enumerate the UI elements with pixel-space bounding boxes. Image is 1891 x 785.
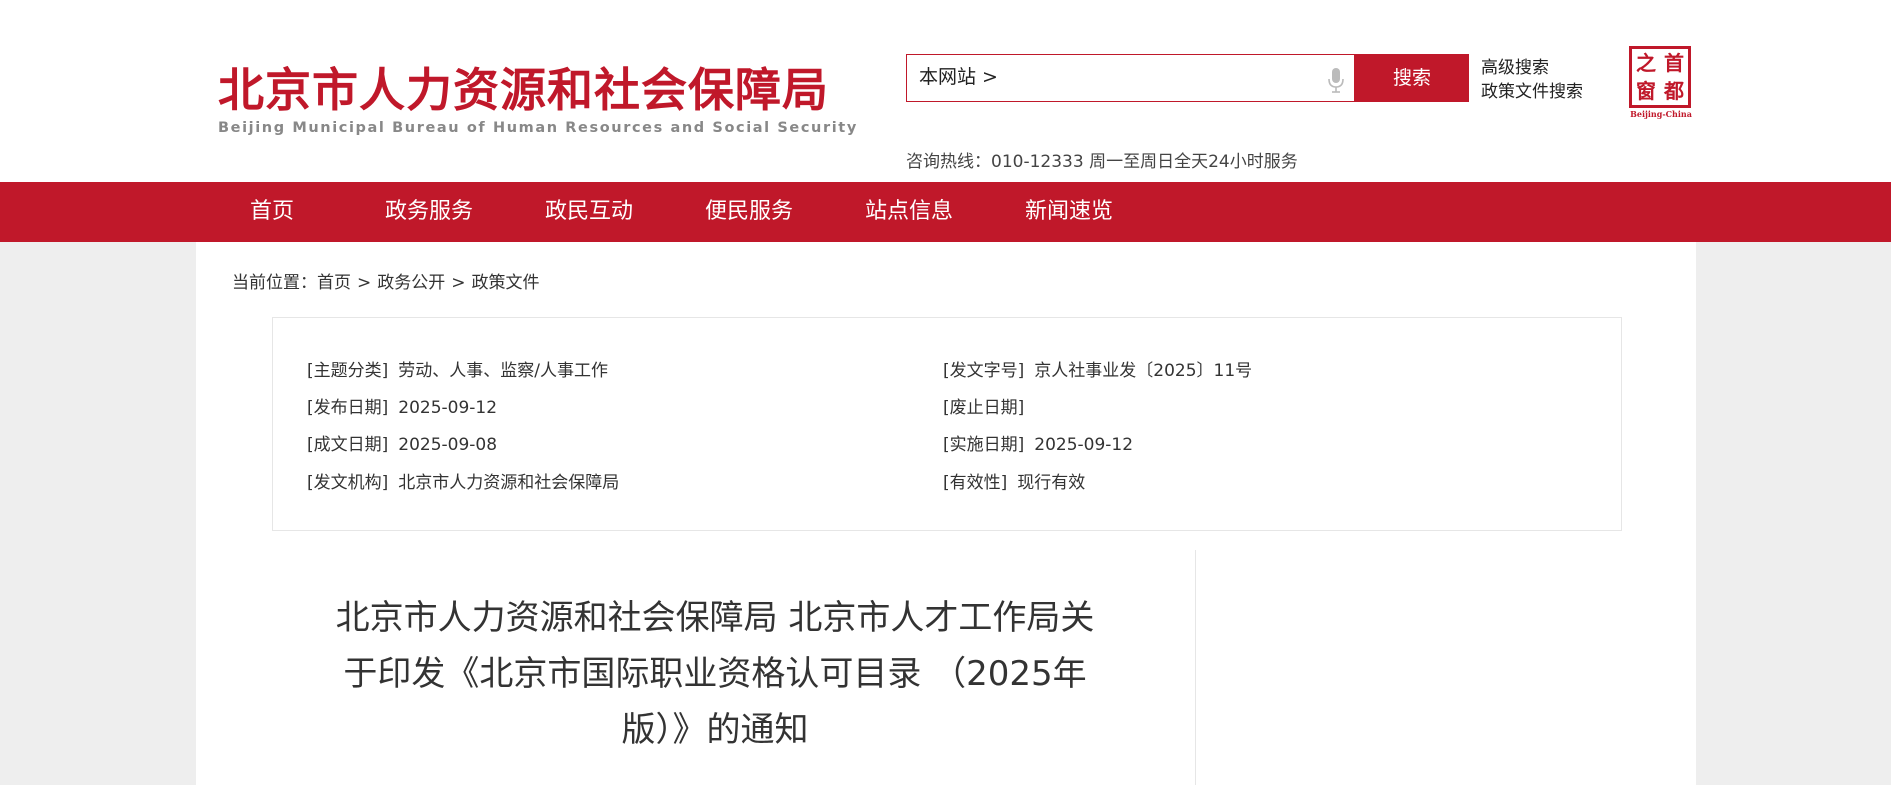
breadcrumb-item-gov-open[interactable]: 政务公开 — [377, 273, 445, 293]
search-scope-selector[interactable]: 本网站 > — [919, 62, 998, 89]
meta-key: [主题分类] — [307, 361, 389, 381]
article-title-line: 版）》的通知 — [621, 710, 809, 750]
meta-value: 京人社事业发〔2025〕11号 — [1034, 361, 1253, 381]
seal-char: 之 — [1636, 51, 1656, 75]
meta-value: 2025-09-08 — [398, 435, 498, 455]
meta-topic: [主题分类] 劳动、人事、监察/人事工作 — [307, 356, 608, 381]
meta-value: 北京市人力资源和社会保障局 — [398, 473, 620, 493]
meta-key: [发文字号] — [943, 361, 1025, 381]
nav-item-interaction[interactable]: 政民互动 — [545, 182, 633, 242]
meta-value: 2025-09-12 — [398, 398, 498, 418]
logo-chinese-name: 北京市人力资源和社会保障局 — [218, 63, 829, 117]
meta-publish-date: [发布日期] 2025-09-12 — [307, 393, 497, 418]
nav-item-home[interactable]: 首页 — [250, 182, 294, 242]
meta-key: [实施日期] — [943, 435, 1025, 455]
breadcrumb-item-home[interactable]: 首页 — [317, 273, 351, 293]
seal-char: 都 — [1664, 79, 1684, 103]
main-content: 当前位置：首页 > 政务公开 > 政策文件 [主题分类] 劳动、人事、监察/人事工作 [发… — [196, 242, 1696, 785]
main-nav: 首页 政务服务 政民互动 便民服务 站点信息 新闻速览 — [0, 182, 1891, 242]
meta-key: [发布日期] — [307, 398, 389, 418]
nav-item-gov-services[interactable]: 政务服务 — [385, 182, 473, 242]
meta-key: [发文机构] — [307, 473, 389, 493]
search-links: 高级搜索 政策文件搜索 — [1481, 56, 1583, 104]
meta-value: 2025-09-12 — [1034, 435, 1134, 455]
meta-abolish-date: [废止日期] — [943, 393, 1034, 418]
meta-written-date: [成文日期] 2025-09-08 — [307, 430, 497, 455]
search-button[interactable]: 搜索 — [1355, 54, 1469, 102]
meta-effective-date: [实施日期] 2025-09-12 — [943, 430, 1133, 455]
meta-doc-number: [发文字号] 京人社事业发〔2025〕11号 — [943, 356, 1252, 381]
meta-key: [有效性] — [943, 473, 1008, 493]
meta-key: [成文日期] — [307, 435, 389, 455]
seal-char: 首 — [1664, 51, 1684, 75]
site-header: 北京市人力资源和社会保障局 Beijing Municipal Bureau o… — [0, 0, 1891, 182]
breadcrumb-separator: > — [451, 273, 466, 293]
seal-english-label: Beijing-China — [1630, 109, 1692, 119]
seal-char: 窗 — [1636, 79, 1656, 103]
site-logo[interactable]: 北京市人力资源和社会保障局 Beijing Municipal Bureau o… — [218, 62, 858, 136]
document-metadata: [主题分类] 劳动、人事、监察/人事工作 [发布日期] 2025-09-12 [成文… — [272, 317, 1622, 531]
meta-issuer: [发文机构] 北京市人力资源和社会保障局 — [307, 468, 619, 493]
advanced-search-link[interactable]: 高级搜索 — [1481, 56, 1583, 80]
policy-search-link[interactable]: 政策文件搜索 — [1481, 80, 1583, 104]
seal-icon: 之 首 窗 都 — [1629, 46, 1691, 108]
breadcrumb-separator: > — [357, 273, 372, 293]
nav-item-site-info[interactable]: 站点信息 — [865, 182, 953, 242]
hotline-text: 咨询热线：010-12333 周一至周日全天24小时服务 — [906, 152, 1298, 172]
nav-item-convenience[interactable]: 便民服务 — [705, 182, 793, 242]
article-title-line: 北京市人力资源和社会保障局 北京市人才工作局关 — [335, 598, 1095, 638]
nav-item-news[interactable]: 新闻速览 — [1025, 182, 1113, 242]
breadcrumb-label: 当前位置： — [232, 273, 317, 293]
breadcrumb-item-policy[interactable]: 政策文件 — [472, 273, 540, 293]
column-divider — [1195, 550, 1196, 785]
meta-validity: [有效性] 现行有效 — [943, 468, 1085, 493]
microphone-icon[interactable] — [1328, 67, 1344, 93]
meta-key: [废止日期] — [943, 398, 1025, 418]
meta-value: 劳动、人事、监察/人事工作 — [398, 361, 608, 381]
search-input[interactable]: 本网站 > — [906, 54, 1355, 102]
logo-english-name: Beijing Municipal Bureau of Human Resour… — [218, 120, 858, 136]
breadcrumb: 当前位置：首页 > 政务公开 > 政策文件 — [232, 268, 540, 293]
capital-window-logo[interactable]: 之 首 窗 都 Beijing-China — [1629, 46, 1693, 119]
meta-value: 现行有效 — [1017, 473, 1086, 493]
article-title: 北京市人力资源和社会保障局 北京市人才工作局关 于印发《北京市国际职业资格认可目… — [320, 590, 1110, 758]
article-title-line: 于印发《北京市国际职业资格认可目录 （2025年 — [343, 654, 1087, 694]
